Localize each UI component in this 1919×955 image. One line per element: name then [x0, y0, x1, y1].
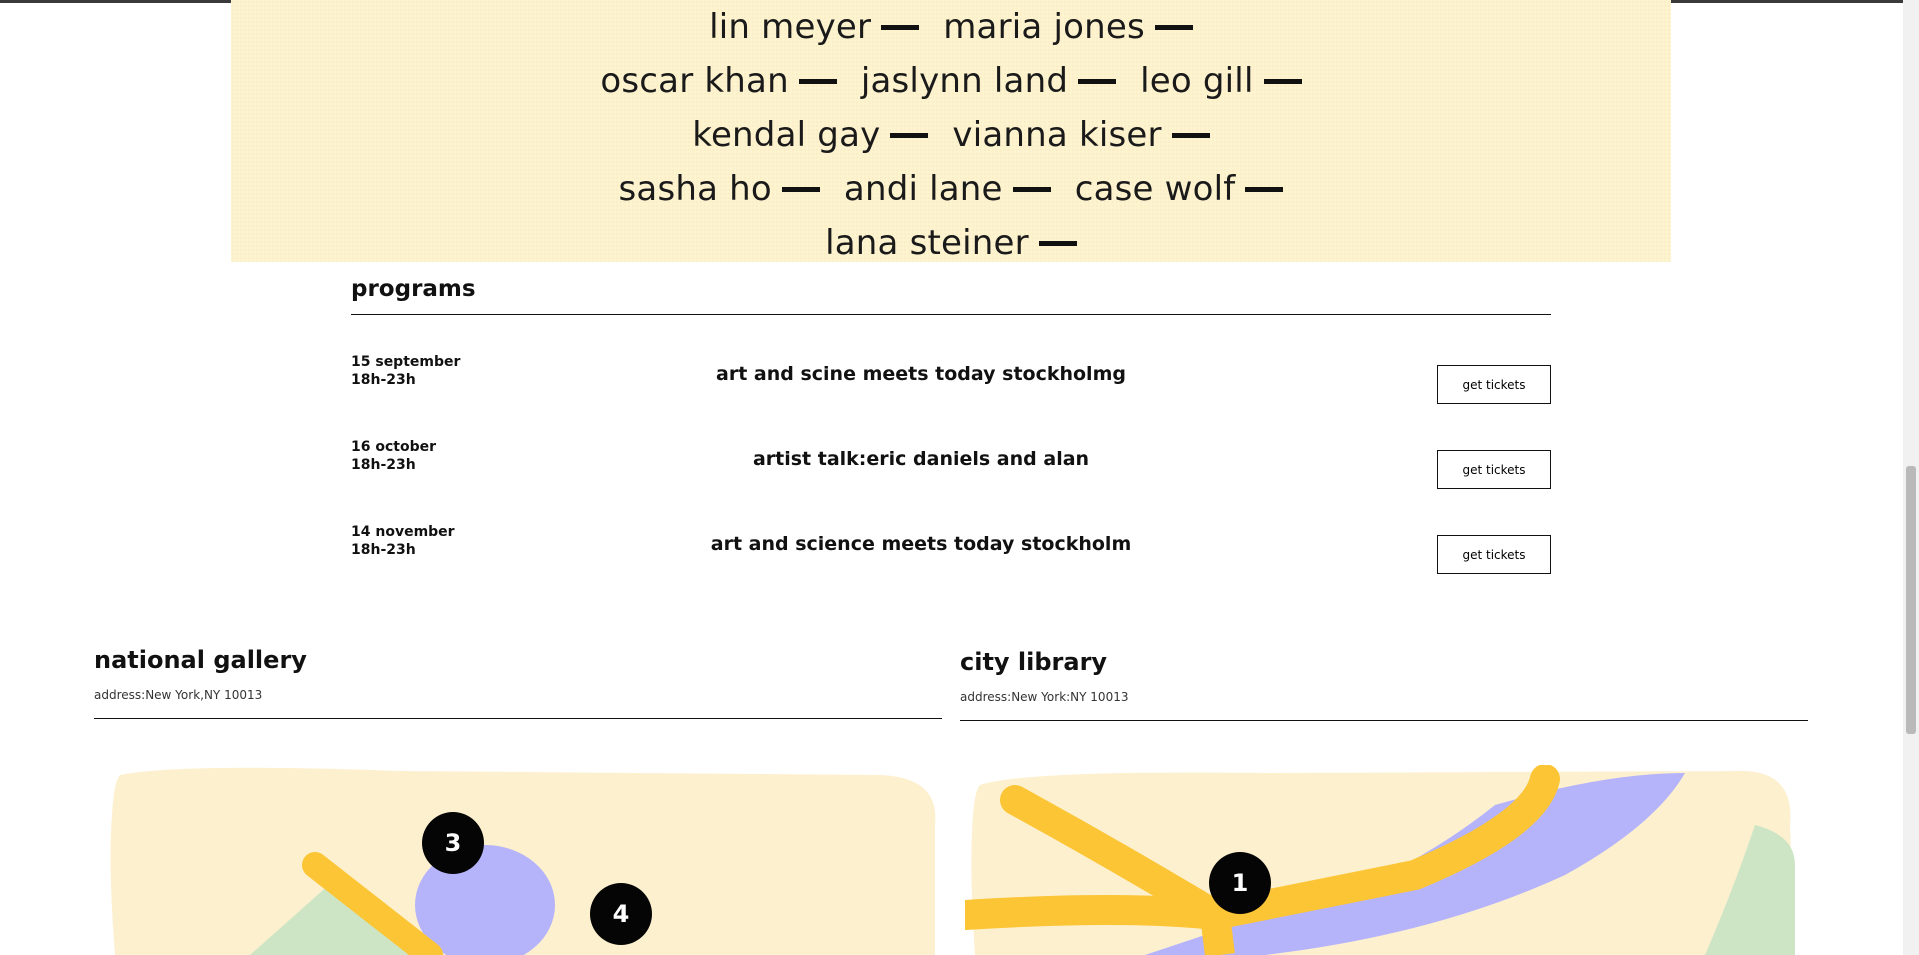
artist-name[interactable]: leo gill: [1140, 61, 1302, 101]
program-date-time: 18h-23h: [351, 457, 416, 473]
artist-label: andi lane: [843, 169, 1003, 209]
dash-icon: [1263, 78, 1302, 84]
artist-name[interactable]: lin meyer: [709, 7, 920, 47]
artist-label: leo gill: [1140, 61, 1254, 101]
artist-label: vianna kiser: [952, 115, 1162, 155]
program-row: 15 september 18h-23h art and scine meets…: [351, 353, 1551, 438]
venue-title: national gallery: [94, 646, 307, 674]
dash-icon: [1245, 186, 1284, 192]
artist-name[interactable]: lana steiner: [825, 223, 1077, 263]
artists-list: lin meyer maria jones oscar khan jaslynn…: [231, 0, 1671, 263]
artist-name[interactable]: vianna kiser: [952, 115, 1210, 155]
artist-row: oscar khan jaslynn land leo gill: [231, 54, 1671, 108]
artist-name[interactable]: case wolf: [1075, 169, 1284, 209]
artist-label: jaslynn land: [860, 61, 1069, 101]
venue-divider: [960, 720, 1808, 721]
get-tickets-button[interactable]: get tickets: [1437, 365, 1551, 404]
artist-name[interactable]: maria jones: [943, 7, 1193, 47]
dash-icon: [798, 78, 837, 84]
map-marker[interactable]: 3: [422, 812, 484, 874]
artist-row: kendal gay vianna kiser: [231, 108, 1671, 162]
artist-name[interactable]: sasha ho: [619, 169, 820, 209]
get-tickets-button[interactable]: get tickets: [1437, 535, 1551, 574]
artist-row: lin meyer maria jones: [231, 0, 1671, 54]
get-tickets-button[interactable]: get tickets: [1437, 450, 1551, 489]
venue-divider: [94, 718, 942, 719]
venue-title: city library: [960, 648, 1108, 676]
program-date-day: 14 november: [351, 524, 455, 540]
program-date-time: 18h-23h: [351, 542, 416, 558]
map-marker[interactable]: 4: [590, 883, 652, 945]
artist-row: sasha ho andi lane case wolf: [231, 162, 1671, 216]
program-title: artist talk:eric daniels and alan: [752, 448, 1090, 470]
program-date: 14 november 18h-23h: [351, 523, 455, 559]
programs-heading: programs: [351, 276, 476, 302]
artist-label: maria jones: [943, 7, 1145, 47]
venue-national-gallery: national gallery address:New York,NY 100…: [94, 646, 942, 719]
program-date: 16 october 18h-23h: [351, 438, 436, 474]
page-scrollbar[interactable]: [1903, 0, 1919, 955]
gallery-map-drawing: [110, 767, 936, 955]
artist-label: kendal gay: [692, 115, 881, 155]
artist-label: case wolf: [1074, 169, 1236, 209]
library-map[interactable]: 1: [965, 765, 1805, 955]
dash-icon: [890, 132, 929, 138]
dash-icon: [1154, 24, 1193, 30]
program-date-day: 15 september: [351, 354, 461, 370]
dash-icon: [781, 186, 820, 192]
artist-label: lin meyer: [709, 7, 872, 47]
artist-label: sasha ho: [618, 169, 772, 209]
program-title: art and scine meets today stockholmg: [716, 363, 1126, 385]
venue-city-library: city library address:New York:NY 10013: [960, 648, 1808, 721]
program-date: 15 september 18h-23h: [351, 353, 460, 389]
venue-address: address:New York:NY 10013: [960, 690, 1129, 704]
program-date-time: 18h-23h: [351, 372, 416, 388]
program-date-day: 16 october: [351, 439, 437, 455]
artist-name[interactable]: kendal gay: [692, 115, 929, 155]
artist-name[interactable]: andi lane: [844, 169, 1051, 209]
gallery-map[interactable]: 3 4: [100, 765, 940, 955]
program-title: art and science meets today stockholm: [710, 533, 1132, 555]
program-row: 16 october 18h-23h artist talk:eric dani…: [351, 438, 1551, 523]
dash-icon: [1038, 240, 1077, 246]
dash-icon: [1012, 186, 1051, 192]
dash-icon: [1078, 78, 1117, 84]
artist-label: lana steiner: [825, 223, 1029, 263]
map-marker[interactable]: 1: [1209, 852, 1271, 914]
artist-row: lana steiner: [231, 216, 1671, 270]
artist-name[interactable]: jaslynn land: [860, 61, 1117, 101]
scrollbar-thumb[interactable]: [1906, 466, 1916, 734]
venue-address: address:New York,NY 10013: [94, 688, 263, 702]
artist-name[interactable]: oscar khan: [600, 61, 837, 101]
dash-icon: [1171, 132, 1210, 138]
programs-section: programs 15 september 18h-23h art and sc…: [351, 270, 1551, 608]
program-row: 14 november 18h-23h art and science meet…: [351, 523, 1551, 608]
library-map-drawing: [965, 765, 1795, 955]
dash-icon: [881, 24, 920, 30]
artist-label: oscar khan: [600, 61, 789, 101]
